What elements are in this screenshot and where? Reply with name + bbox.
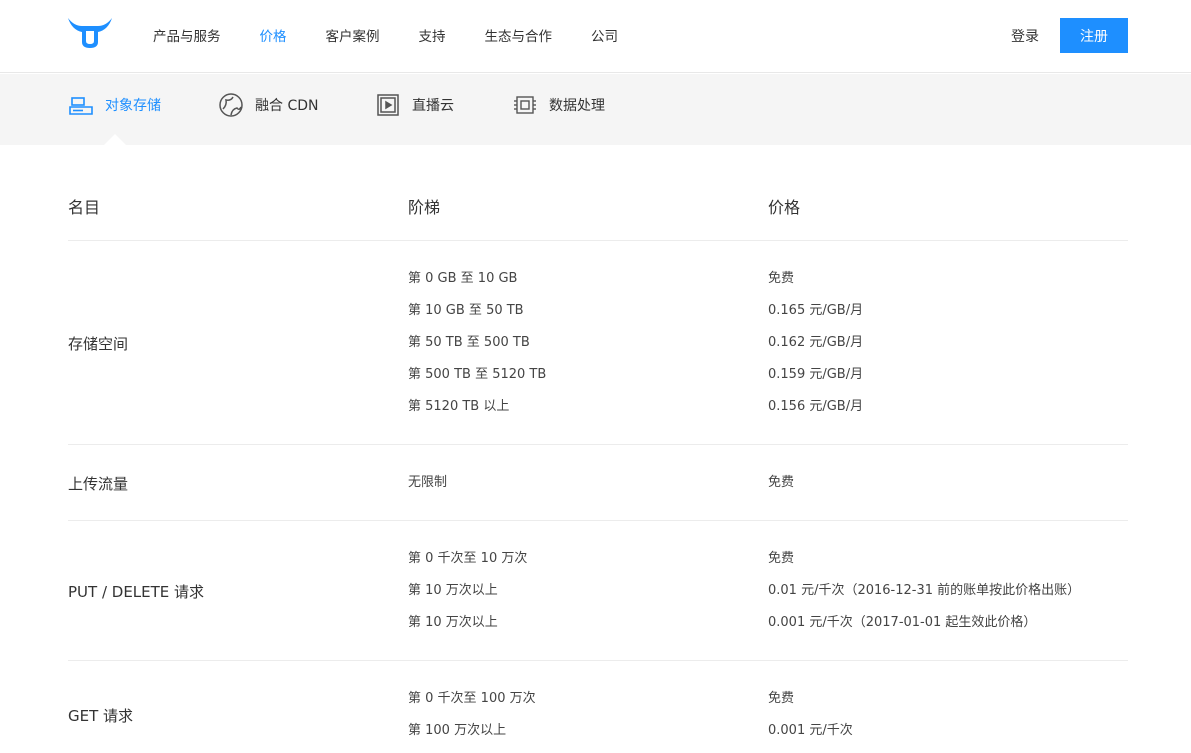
- product-subnav: 对象存储 融合 CDN 直播云 数据处理: [0, 74, 1191, 145]
- price-list: 免费 0.165 元/GB/月 0.162 元/GB/月 0.159 元/GB/…: [768, 263, 863, 423]
- tier-list: 第 0 GB 至 10 GB 第 10 GB 至 50 TB 第 50 TB 至…: [408, 263, 546, 423]
- table-row: GET 请求 第 0 千次至 100 万次 第 100 万次以上 免费 0.00…: [68, 661, 1128, 753]
- active-indicator: [104, 134, 126, 145]
- tier-list: 第 0 千次至 10 万次 第 10 万次以上 第 10 万次以上: [408, 543, 527, 639]
- price-list: 免费 0.001 元/千次: [768, 683, 853, 747]
- subnav-label: 对象存储: [105, 98, 161, 114]
- login-link[interactable]: 登录: [1011, 26, 1039, 46]
- pricing-table: 名目 阶梯 价格 存储空间 第 0 GB 至 10 GB 第 10 GB 至 5…: [68, 160, 1128, 753]
- column-header-price: 价格: [768, 198, 801, 217]
- globe-icon: [218, 92, 244, 118]
- subnav-label: 融合 CDN: [255, 98, 319, 114]
- tier-cell: 第 10 万次以上: [408, 583, 498, 598]
- price-cell: 0.165 元/GB/月: [768, 303, 864, 318]
- subnav-item-object-storage[interactable]: 对象存储: [68, 91, 161, 119]
- price-cell: 0.162 元/GB/月: [768, 335, 864, 350]
- tier-cell: 第 50 TB 至 500 TB: [408, 335, 530, 350]
- price-cell: 0.001 元/千次: [768, 723, 853, 738]
- nav-item-support[interactable]: 支持: [419, 25, 446, 45]
- storage-icon: [68, 92, 94, 118]
- column-header-tier: 阶梯: [408, 198, 441, 217]
- price-cell: 0.159 元/GB/月: [768, 367, 864, 382]
- nav-item-ecosystem[interactable]: 生态与合作: [485, 25, 553, 45]
- chip-icon: [512, 92, 538, 118]
- live-video-icon: [375, 92, 401, 118]
- tier-cell: 第 0 GB 至 10 GB: [408, 271, 518, 286]
- main-nav: 产品与服务 价格 客户案例 支持 生态与合作 公司: [153, 0, 657, 70]
- price-cell: 免费: [768, 691, 795, 706]
- row-name: GET 请求: [68, 707, 134, 725]
- nav-item-pricing[interactable]: 价格: [260, 25, 287, 45]
- column-header-item: 名目: [68, 198, 101, 217]
- tier-cell: 第 0 千次至 10 万次: [408, 551, 528, 566]
- table-row: 存储空间 第 0 GB 至 10 GB 第 10 GB 至 50 TB 第 50…: [68, 241, 1128, 445]
- table-row: 上传流量 无限制 免费: [68, 445, 1128, 521]
- register-button[interactable]: 注册: [1060, 18, 1128, 53]
- price-cell: 0.001 元/千次（2017-01-01 起生效此价格）: [768, 615, 1037, 630]
- price-cell: 0.01 元/千次（2016-12-31 前的账单按此价格出账）: [768, 583, 1081, 598]
- subnav-item-data-processing[interactable]: 数据处理: [512, 91, 605, 119]
- logo-icon[interactable]: [66, 16, 114, 50]
- tier-cell: 无限制: [408, 475, 448, 490]
- nav-item-company[interactable]: 公司: [591, 25, 618, 45]
- tier-list: 第 0 千次至 100 万次 第 100 万次以上: [408, 683, 536, 747]
- table-row: PUT / DELETE 请求 第 0 千次至 10 万次 第 10 万次以上 …: [68, 521, 1128, 661]
- nav-item-products[interactable]: 产品与服务: [153, 25, 221, 45]
- tier-cell: 第 0 千次至 100 万次: [408, 691, 536, 706]
- tier-cell: 第 10 万次以上: [408, 615, 498, 630]
- table-header: 名目 阶梯 价格: [68, 160, 1128, 241]
- tier-list: 无限制: [408, 467, 447, 499]
- price-cell: 0.156 元/GB/月: [768, 399, 864, 414]
- nav-item-cases[interactable]: 客户案例: [326, 25, 380, 45]
- row-name: 上传流量: [68, 475, 129, 493]
- tier-cell: 第 10 GB 至 50 TB: [408, 303, 524, 318]
- tier-cell: 第 500 TB 至 5120 TB: [408, 367, 547, 382]
- row-name: PUT / DELETE 请求: [68, 583, 205, 601]
- row-name: 存储空间: [68, 335, 129, 353]
- subnav-label: 直播云: [412, 98, 454, 114]
- price-cell: 免费: [768, 475, 795, 490]
- price-cell: 免费: [768, 551, 795, 566]
- subnav-item-live[interactable]: 直播云: [375, 91, 454, 119]
- tier-cell: 第 5120 TB 以上: [408, 399, 510, 414]
- price-list: 免费 0.01 元/千次（2016-12-31 前的账单按此价格出账） 0.00…: [768, 543, 1080, 639]
- subnav-item-cdn[interactable]: 融合 CDN: [218, 91, 318, 119]
- price-list: 免费: [768, 467, 794, 499]
- price-cell: 免费: [768, 271, 795, 286]
- tier-cell: 第 100 万次以上: [408, 723, 507, 738]
- subnav-label: 数据处理: [549, 98, 605, 114]
- top-header: 产品与服务 价格 客户案例 支持 生态与合作 公司 登录 注册: [0, 0, 1191, 73]
